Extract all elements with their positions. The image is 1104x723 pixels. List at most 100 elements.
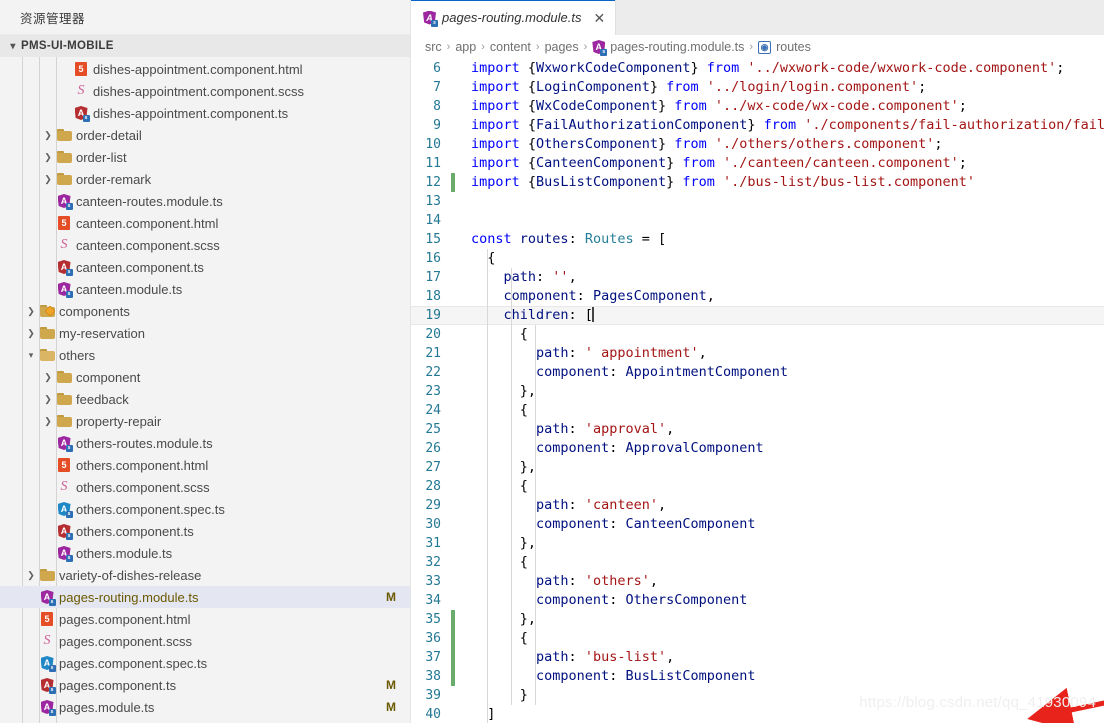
tree-file-row[interactable]: As canteen.module.ts <box>0 278 410 300</box>
code-line[interactable]: 23 }, <box>411 382 1104 401</box>
code-line[interactable]: 35 }, <box>411 610 1104 629</box>
code-line[interactable]: 19 children: [ <box>411 306 1104 325</box>
chevron-right-icon[interactable]: ❯ <box>42 416 54 426</box>
code-line[interactable]: 15 const routes: Routes = [ <box>411 230 1104 249</box>
code-line[interactable]: 24 { <box>411 401 1104 420</box>
code-indent-guide <box>511 477 512 496</box>
tree-file-row[interactable]: As pages.component.ts M <box>0 674 410 696</box>
tree-folder-row[interactable]: ❯ components <box>0 300 410 322</box>
code-line[interactable]: 32 { <box>411 553 1104 572</box>
close-icon[interactable]: ✕ <box>593 11 605 25</box>
tree-file-row[interactable]: 5 pages.component.html <box>0 608 410 630</box>
breadcrumb-item[interactable]: content <box>490 40 531 54</box>
code-line[interactable]: 14 <box>411 211 1104 230</box>
tree-item-icon <box>37 349 57 361</box>
chevron-right-icon[interactable]: ❯ <box>42 372 54 382</box>
chevron-right-icon[interactable]: ❯ <box>42 130 54 140</box>
tree-file-row[interactable]: 5 dishes-appointment.component.html <box>0 58 410 80</box>
code-line[interactable]: 18 component: PagesComponent, <box>411 287 1104 306</box>
code-indent-guide <box>511 420 512 439</box>
line-number: 20 <box>425 327 441 342</box>
tree-file-row[interactable]: Sdishes-appointment.component.scss <box>0 80 410 102</box>
explorer-root-folder[interactable]: ▾ PMS-UI-MOBILE <box>0 35 410 57</box>
tree-file-row[interactable]: As others.component.ts <box>0 520 410 542</box>
tree-folder-row[interactable]: ❯ feedback <box>0 388 410 410</box>
breadcrumb-item[interactable]: pages <box>545 40 579 54</box>
code-line[interactable]: 12 import {BusListComponent} from './bus-… <box>411 173 1104 192</box>
line-number: 30 <box>425 517 441 532</box>
code-indent-guide <box>511 553 512 572</box>
code-line[interactable]: 16 { <box>411 249 1104 268</box>
code-editor[interactable]: 6 import {WxworkCodeComponent} from '../w… <box>411 59 1104 723</box>
chevron-down-icon[interactable]: ▾ <box>25 350 37 360</box>
code-line[interactable]: 9 import {FailAuthorizationComponent} fro… <box>411 116 1104 135</box>
code-line[interactable]: 28 { <box>411 477 1104 496</box>
tree-file-row[interactable]: As canteen.component.ts <box>0 256 410 278</box>
angular-module-icon: As <box>57 194 73 210</box>
code-line[interactable]: 17 path: '', <box>411 268 1104 287</box>
code-line[interactable]: 38 component: BusListComponent <box>411 667 1104 686</box>
tree-folder-row[interactable]: ❯ order-list <box>0 146 410 168</box>
code-text: component: ApprovalComponent <box>536 440 764 456</box>
code-line[interactable]: 30 component: CanteenComponent <box>411 515 1104 534</box>
tree-folder-row[interactable]: ❯ my-reservation <box>0 322 410 344</box>
tree-file-row[interactable]: As pages.component.spec.ts <box>0 652 410 674</box>
breadcrumb-item[interactable]: src <box>425 40 442 54</box>
file-tree[interactable]: 5 dishes-appointment.component.html Sdishe… <box>0 57 410 723</box>
code-line[interactable]: 33 path: 'others', <box>411 572 1104 591</box>
tree-file-row[interactable]: As dishes-appointment.component.ts <box>0 102 410 124</box>
line-number: 29 <box>425 498 441 513</box>
code-line[interactable]: 22 component: AppointmentComponent <box>411 363 1104 382</box>
tree-folder-row[interactable]: ❯ order-detail <box>0 124 410 146</box>
tree-folder-row[interactable]: ❯ property-repair <box>0 410 410 432</box>
code-indent-guide <box>535 534 536 553</box>
breadcrumb[interactable]: src › app › content › pages › As pages-routing.mo… <box>411 35 1104 59</box>
tree-file-row[interactable]: As others-routes.module.ts <box>0 432 410 454</box>
breadcrumb-item[interactable]: ◉ routes <box>758 40 811 54</box>
code-line[interactable]: 25 path: 'approval', <box>411 420 1104 439</box>
code-line[interactable]: 37 path: 'bus-list', <box>411 648 1104 667</box>
chevron-right-icon[interactable]: ❯ <box>42 394 54 404</box>
chevron-right-icon[interactable]: ❯ <box>25 306 37 316</box>
code-line[interactable]: 20 { <box>411 325 1104 344</box>
tree-file-row[interactable]: 5 others.component.html <box>0 454 410 476</box>
tree-folder-row[interactable]: ❯ order-remark <box>0 168 410 190</box>
tree-folder-row[interactable]: ❯ component <box>0 366 410 388</box>
tree-file-row[interactable]: Spages.component.scss <box>0 630 410 652</box>
tree-item-icon <box>54 151 74 163</box>
tree-file-row[interactable]: As canteen-routes.module.ts <box>0 190 410 212</box>
code-indent-guide <box>511 325 512 344</box>
code-line[interactable]: 11 import {CanteenComponent} from './cant… <box>411 154 1104 173</box>
chevron-right-icon[interactable]: ❯ <box>42 152 54 162</box>
tree-file-row[interactable]: As others.component.spec.ts <box>0 498 410 520</box>
breadcrumb-item[interactable]: app <box>455 40 476 54</box>
tree-file-row[interactable]: As others.module.ts <box>0 542 410 564</box>
code-line[interactable]: 7 import {LoginComponent} from '../login/… <box>411 78 1104 97</box>
code-line[interactable]: 36 { <box>411 629 1104 648</box>
tree-file-row[interactable]: Sothers.component.scss <box>0 476 410 498</box>
code-line[interactable]: 27 }, <box>411 458 1104 477</box>
tree-file-row[interactable]: As pages.module.ts M <box>0 696 410 718</box>
tree-item-icon <box>54 173 74 185</box>
tree-file-row[interactable]: As pages-routing.module.ts M <box>0 586 410 608</box>
tree-file-row[interactable]: Scanteen.component.scss <box>0 234 410 256</box>
editor-tab-pages-routing-module[interactable]: As pages-routing.module.ts ✕ <box>411 0 617 35</box>
chevron-right-icon[interactable]: ❯ <box>25 570 37 580</box>
code-line[interactable]: 26 component: ApprovalComponent <box>411 439 1104 458</box>
code-line[interactable]: 21 path: ' appointment', <box>411 344 1104 363</box>
code-line[interactable]: 34 component: OthersComponent <box>411 591 1104 610</box>
tree-file-row[interactable]: 5 canteen.component.html <box>0 212 410 234</box>
code-line[interactable]: 8 import {WxCodeComponent} from '../wx-co… <box>411 97 1104 116</box>
tree-folder-row[interactable]: ▾ others <box>0 344 410 366</box>
breadcrumb-item[interactable]: As pages-routing.module.ts <box>592 40 744 56</box>
tree-folder-row[interactable]: ❯ variety-of-dishes-release <box>0 564 410 586</box>
code-line[interactable]: 29 path: 'canteen', <box>411 496 1104 515</box>
code-lines[interactable]: 6 import {WxworkCodeComponent} from '../w… <box>411 59 1104 723</box>
code-line[interactable]: 31 }, <box>411 534 1104 553</box>
code-line[interactable]: 6 import {WxworkCodeComponent} from '../w… <box>411 59 1104 78</box>
chevron-right-icon[interactable]: ❯ <box>42 174 54 184</box>
code-indent-guide <box>511 306 512 325</box>
code-line[interactable]: 13 <box>411 192 1104 211</box>
chevron-right-icon[interactable]: ❯ <box>25 328 37 338</box>
code-line[interactable]: 10 import {OthersComponent} from './other… <box>411 135 1104 154</box>
